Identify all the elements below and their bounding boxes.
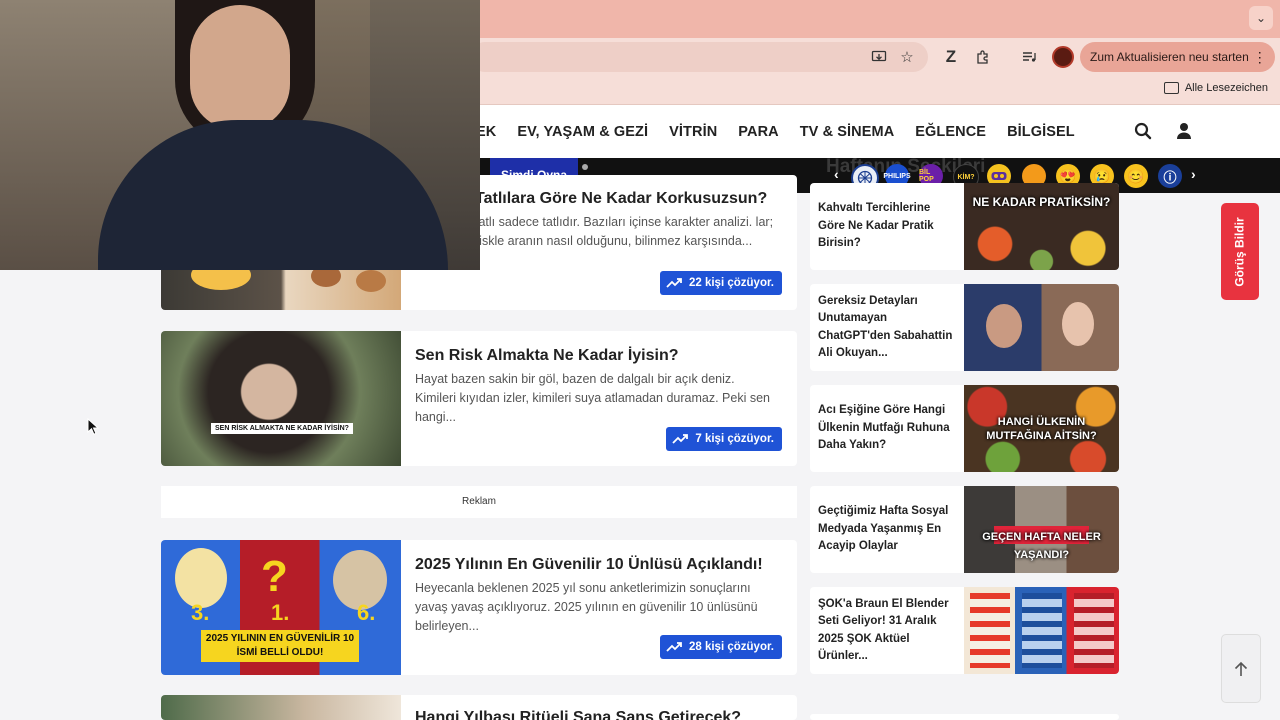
card-thumbnail[interactable]	[161, 695, 401, 720]
sidebar-article-thumbnail[interactable]	[964, 284, 1119, 371]
media-control-icon[interactable]	[1018, 46, 1040, 68]
install-app-icon[interactable]	[868, 46, 890, 68]
sidebar-article-thumbnail[interactable]: GEÇEN HAFTA NELER YAŞANDI?	[964, 486, 1119, 573]
feedback-label: Görüş Bildir	[1233, 216, 1247, 287]
card-title[interactable]: Hangi Yılbaşı Ritüeli Sana Şans Getirece…	[415, 709, 741, 720]
card-excerpt: Hayat bazen sakin bir göl, bazen de dalg…	[415, 372, 770, 424]
sidebar-article[interactable]: Gereksiz Detayları Unutamayan ChatGPT'de…	[810, 284, 1119, 371]
solving-count-badge[interactable]: 22 kişi çözüyor.	[659, 271, 782, 295]
sidebar-article-title[interactable]: Gereksiz Detayları Unutamayan ChatGPT'de…	[818, 284, 960, 371]
thumb-banner-line: İSMİ BELLİ OLDU!	[236, 647, 324, 658]
rank-number: 3.	[191, 600, 210, 625]
sidebar-article[interactable]: Acı Eşiğine Göre Hangi Ülkenin Mutfağı R…	[810, 385, 1119, 472]
ad-label: Reklam	[161, 486, 797, 518]
trending-up-icon	[666, 642, 682, 652]
card-excerpt: Heyecanla beklenen 2025 yıl sonu anketle…	[415, 581, 758, 633]
sidebar-article[interactable]: Kahvaltı Tercihlerine Göre Ne Kadar Prat…	[810, 183, 1119, 270]
sidebar-article-title[interactable]: Kahvaltı Tercihlerine Göre Ne Kadar Prat…	[818, 183, 960, 270]
sidebar-article-title[interactable]: ŞOK'a Braun El Blender Seti Geliyor! 31 …	[818, 587, 960, 674]
profile-avatar[interactable]	[1052, 46, 1074, 68]
scroll-to-top-button[interactable]	[1221, 634, 1261, 703]
sidebar-thumb-text: NE KADAR PRATİKSİN?	[972, 195, 1111, 209]
card-title[interactable]: Tatlılara Göre Ne Kadar Korkusuzsun?	[475, 190, 767, 208]
sidebar-article[interactable]	[810, 714, 1119, 720]
nav-item-eglence[interactable]: EĞLENCE	[915, 124, 986, 140]
card-title[interactable]: Sen Risk Almakta Ne Kadar İyisin?	[415, 347, 679, 365]
rank-number: 1.	[271, 600, 290, 625]
feedback-button[interactable]: Görüş Bildir	[1221, 203, 1259, 300]
nav-item-para[interactable]: PARA	[738, 124, 778, 140]
tab-search-dropdown-icon[interactable]: ⌄	[1249, 6, 1273, 30]
sidebar-article-thumbnail[interactable]: HANGİ ÜLKENİN MUTFAĞINA AİTSİN?	[964, 385, 1119, 472]
sidebar-article-title[interactable]: Acı Eşiğine Göre Hangi Ülkenin Mutfağı R…	[818, 385, 960, 472]
nav-item-ev-yasam-gezi[interactable]: EV, YAŞAM & GEZİ	[517, 124, 648, 140]
search-icon[interactable]	[1132, 120, 1154, 142]
trending-up-icon	[666, 278, 682, 288]
quiz-card[interactable]: SEN RİSK ALMAKTA NE KADAR İYİSİN? Sen Ri…	[161, 331, 797, 466]
zotero-extension-icon[interactable]: Z	[940, 46, 962, 68]
bookmark-star-icon[interactable]: ☆	[896, 46, 918, 68]
all-bookmarks-label: Alle Lesezeichen	[1184, 82, 1268, 94]
thumb-banner: 2025 YILININ EN GÜVENİLİR 10 İSMİ BELLİ …	[201, 630, 359, 662]
nav-item-tv-sinema[interactable]: TV & SİNEMA	[800, 124, 895, 140]
mouse-cursor	[87, 417, 100, 441]
solving-count-label: 7 kişi çözüyor.	[695, 433, 774, 445]
solving-count-badge[interactable]: 7 kişi çözüyor.	[666, 427, 782, 451]
thumb-banner-line: 2025 YILININ EN GÜVENİLİR 10	[205, 633, 355, 644]
all-bookmarks-button[interactable]: Alle Lesezeichen	[1163, 82, 1268, 94]
more-menu-icon[interactable]: ⋮	[1253, 42, 1267, 72]
sidebar-article-title[interactable]: Geçtiğimiz Hafta Sosyal Medyada Yaşanmış…	[818, 486, 960, 573]
nav-links: EK EV, YAŞAM & GEZİ VİTRİN PARA TV & SİN…	[476, 105, 1075, 158]
solving-count-label: 22 kişi çözüyor.	[688, 277, 774, 289]
card-thumbnail[interactable]: SEN RİSK ALMAKTA NE KADAR İYİSİN?	[161, 331, 401, 466]
nav-item-bilgisel[interactable]: BİLGİSEL	[1007, 124, 1075, 140]
smile-emoji[interactable]: 😊	[1124, 164, 1148, 188]
sidebar-article-thumbnail[interactable]: NE KADAR PRATİKSİN?	[964, 183, 1119, 270]
arrow-up-icon	[1234, 661, 1248, 676]
sidebar-article[interactable]: Geçtiğimiz Hafta Sosyal Medyada Yaşanmış…	[810, 486, 1119, 573]
extensions-puzzle-icon[interactable]	[972, 46, 994, 68]
sidebar-thumb-text: HANGİ ÜLKENİN MUTFAĞINA AİTSİN?	[986, 416, 1097, 442]
nav-item-vitrin[interactable]: VİTRİN	[669, 124, 717, 140]
strip-next-arrow-icon[interactable]: ›	[1191, 166, 1196, 182]
sidebar-thumb-text: GEÇEN HAFTA NELER YAŞANDI?	[982, 531, 1101, 561]
address-bar[interactable]	[470, 42, 928, 72]
solving-count-badge[interactable]: 28 kişi çözüyor.	[659, 635, 782, 659]
sidebar-article[interactable]: ŞOK'a Braun El Blender Seti Geliyor! 31 …	[810, 587, 1119, 674]
card-title[interactable]: 2025 Yılının En Güvenilir 10 Ünlüsü Açık…	[415, 556, 763, 574]
relaunch-update-button[interactable]: Zum Aktualisieren neu starten ⋮	[1080, 42, 1275, 72]
sidebar-article-thumbnail[interactable]	[964, 587, 1119, 674]
card-thumbnail[interactable]: ? 3. 1. 6. 2025 YILININ EN GÜVENİLİR 10 …	[161, 540, 401, 675]
quiz-card[interactable]: Hangi Yılbaşı Ritüeli Sana Şans Getirece…	[161, 695, 797, 720]
user-icon[interactable]	[1173, 120, 1195, 142]
info-icon[interactable]: ⓘ	[1158, 164, 1182, 188]
strip-prev-arrow-icon[interactable]: ‹	[834, 166, 839, 182]
webcam-overlay	[0, 0, 480, 270]
trending-up-icon	[672, 434, 689, 444]
card-excerpt: tatlı sadece tatlıdır. Bazıları içinse k…	[475, 215, 774, 248]
solving-count-label: 28 kişi çözüyor.	[688, 641, 774, 653]
rank-number: 6.	[357, 600, 376, 625]
folder-icon	[1163, 82, 1179, 94]
quiz-card[interactable]: ? 3. 1. 6. 2025 YILININ EN GÜVENİLİR 10 …	[161, 540, 797, 675]
relaunch-update-label: Zum Aktualisieren neu starten	[1090, 50, 1249, 64]
thumb-caption: SEN RİSK ALMAKTA NE KADAR İYİSİN?	[211, 423, 353, 434]
